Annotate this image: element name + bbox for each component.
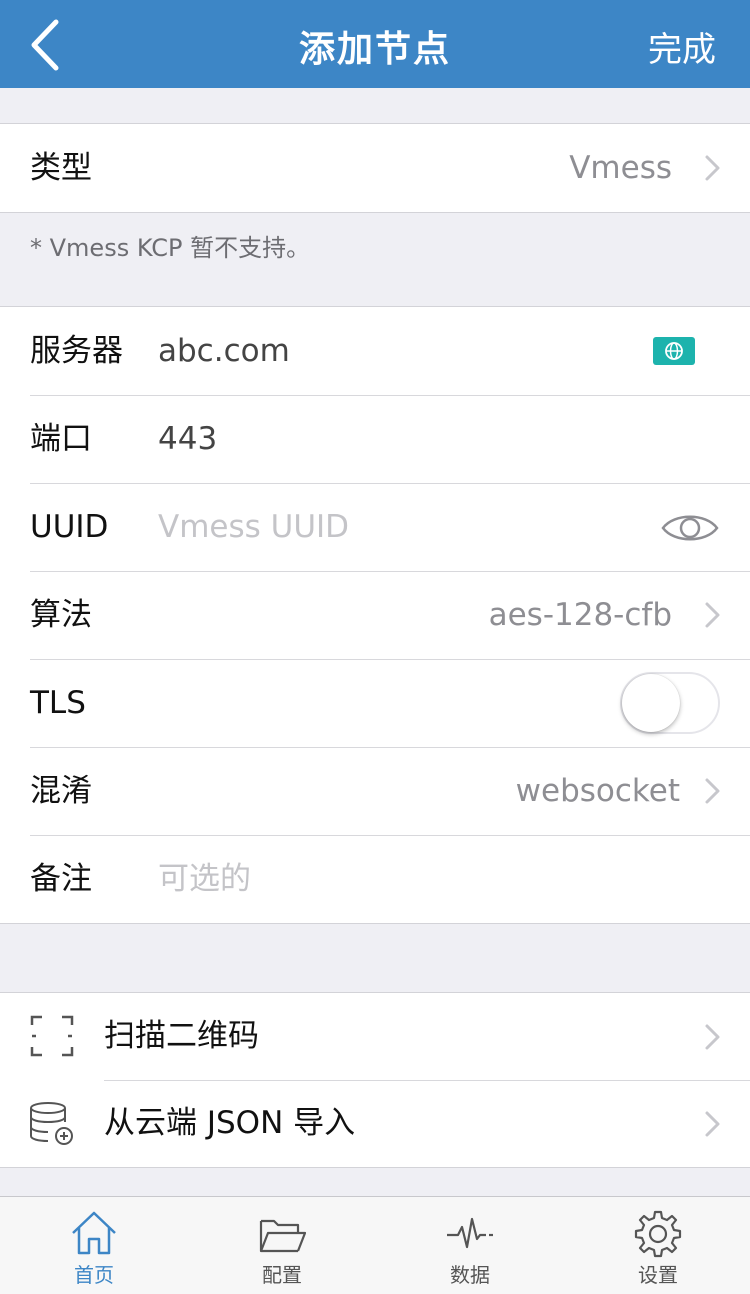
database-add-icon [30,1102,73,1145]
obfs-value: websocket [515,773,680,809]
scan-qr-row[interactable]: 扫描二维码 [0,993,750,1080]
scan-qr-icon [30,1015,74,1057]
tab-data[interactable]: 数据 [376,1197,564,1294]
tab-settings[interactable]: 设置 [564,1197,750,1294]
tab-settings-label: 设置 [638,1263,678,1287]
tls-row: TLS [0,659,750,747]
type-label: 类型 [30,150,92,186]
pulse-icon [447,1217,493,1249]
tab-data-label: 数据 [450,1263,490,1287]
home-icon [72,1211,116,1255]
server-row[interactable]: 服务器 abc.com [0,307,750,395]
tab-config-label: 配置 [262,1263,302,1287]
eye-icon[interactable] [660,509,720,547]
chevron-right-icon [705,155,720,181]
remark-row[interactable]: 备注 可选的 [0,835,750,923]
chevron-right-icon [705,778,720,804]
chevron-right-icon [705,602,720,628]
chevron-right-icon [705,1111,720,1137]
chevron-right-icon [705,1024,720,1050]
uuid-input[interactable]: Vmess UUID [158,483,349,571]
globe-button[interactable] [653,337,695,365]
type-row[interactable]: 类型 Vmess [0,124,750,212]
done-button[interactable]: 完成 [648,22,716,71]
type-value: Vmess [569,150,672,186]
obfs-label: 混淆 [30,773,92,809]
tab-bar: 首页 配置 数据 设置 [0,1196,750,1294]
tab-home-label: 首页 [74,1263,114,1287]
uuid-label: UUID [30,509,109,545]
unsupported-note: * Vmess KCP 暂不支持。 [30,234,311,262]
gear-icon [634,1210,682,1258]
server-form-group: 服务器 abc.com 端口 443 UUID Vmess UUID 算法 ae… [0,306,750,924]
globe-icon [665,342,683,360]
tls-label: TLS [30,685,86,721]
tab-config[interactable]: 配置 [188,1197,376,1294]
tab-home[interactable]: 首页 [0,1197,188,1294]
algorithm-label: 算法 [30,597,92,633]
port-label: 端口 [30,421,92,457]
toggle-knob [622,674,680,732]
uuid-row[interactable]: UUID Vmess UUID [0,483,750,571]
algorithm-row[interactable]: 算法 aes-128-cfb [0,571,750,659]
import-actions-group: 扫描二维码 从云端 JSON 导入 [0,992,750,1168]
server-input[interactable]: abc.com [158,307,290,395]
obfs-row[interactable]: 混淆 websocket [0,747,750,835]
cloud-json-import-label: 从云端 JSON 导入 [104,1105,356,1141]
remark-input[interactable]: 可选的 [158,835,251,923]
scan-qr-label: 扫描二维码 [104,1018,259,1054]
remark-label: 备注 [30,861,92,897]
navigation-bar: 添加节点 完成 [0,0,750,88]
server-label: 服务器 [30,333,123,369]
folder-icon [259,1219,306,1253]
cloud-json-import-row[interactable]: 从云端 JSON 导入 [0,1080,750,1167]
algorithm-value: aes-128-cfb [488,597,672,633]
page-title: 添加节点 [298,29,451,70]
port-input[interactable]: 443 [158,395,217,483]
port-row[interactable]: 端口 443 [0,395,750,483]
type-group: 类型 Vmess [0,123,750,213]
tls-toggle[interactable] [620,672,720,734]
